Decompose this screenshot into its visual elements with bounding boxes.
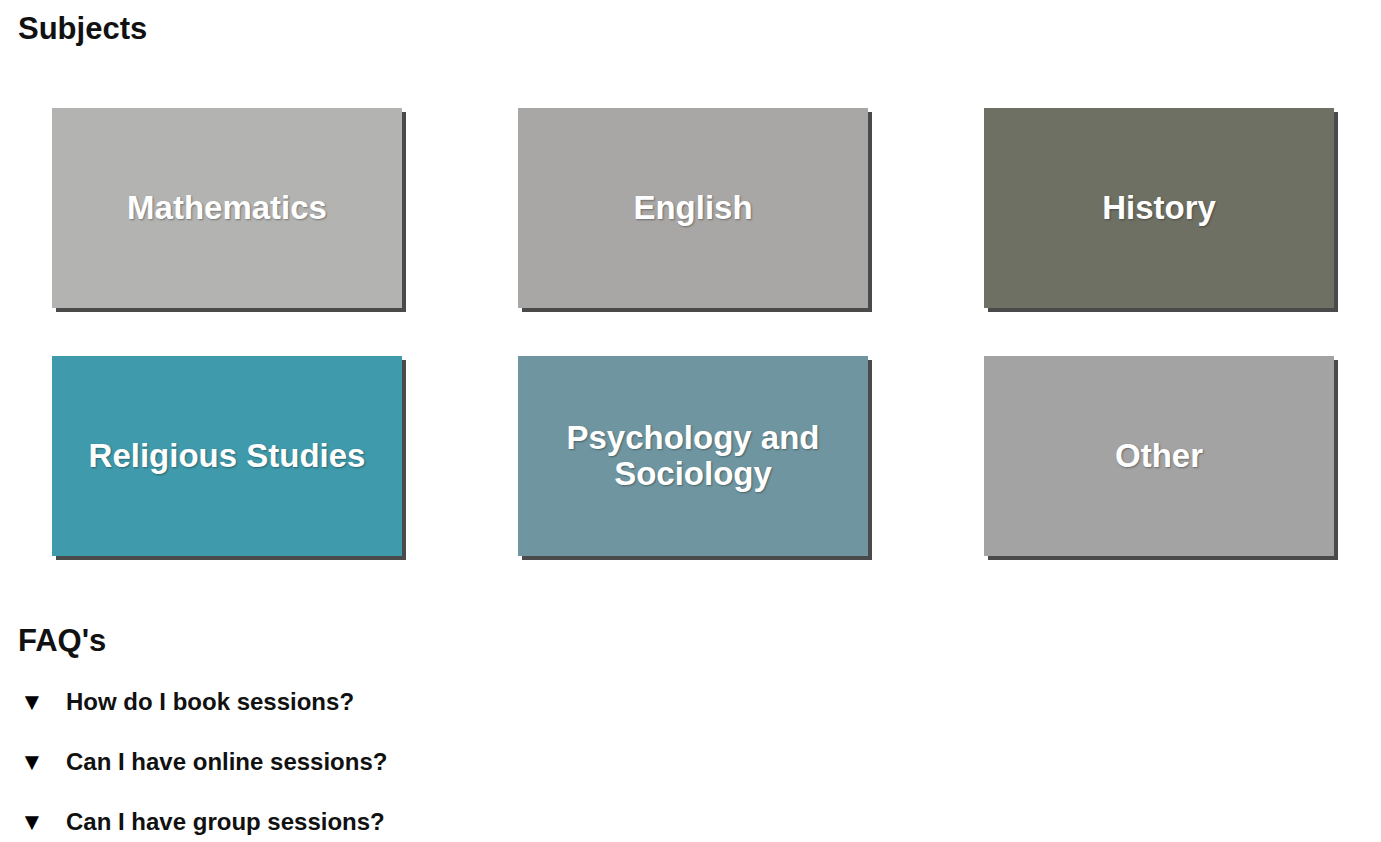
faq-heading: FAQ's [18,622,1363,660]
subject-card[interactable]: Religious Studies [52,356,402,556]
subjects-heading: Subjects [18,10,1363,48]
subject-label: English [633,190,752,226]
triangle-icon: ▼ [18,748,46,776]
faq-item[interactable]: ▼ Can I have group sessions? [18,792,1363,842]
faq-item[interactable]: ▼ Can I have online sessions? [18,732,1363,792]
page: Subjects Mathematics English History Religio… [0,0,1381,842]
faq-list: ▼ How do I book sessions? ▼ Can I have onli… [18,672,1363,842]
triangle-icon: ▼ [18,808,46,836]
subject-label: Other [1115,438,1203,474]
faq-question: How do I book sessions? [66,687,354,717]
subject-card[interactable]: History [984,108,1334,308]
subject-card[interactable]: Mathematics [52,108,402,308]
subject-label: Mathematics [127,190,327,226]
faq-question: Can I have online sessions? [66,747,387,777]
subject-card[interactable]: Other [984,356,1334,556]
subject-label: History [1102,190,1216,226]
triangle-icon: ▼ [18,688,46,716]
faq-section: FAQ's ▼ How do I book sessions? ▼ Can I have… [18,622,1363,842]
faq-item[interactable]: ▼ How do I book sessions? [18,672,1363,732]
subject-label: Psychology and Sociology [530,420,856,492]
subject-card[interactable]: English [518,108,868,308]
subject-grid: Mathematics English History Religious Studi… [52,108,1363,556]
subject-card[interactable]: Psychology and Sociology [518,356,868,556]
subject-label: Religious Studies [89,438,366,474]
faq-question: Can I have group sessions? [66,807,385,837]
